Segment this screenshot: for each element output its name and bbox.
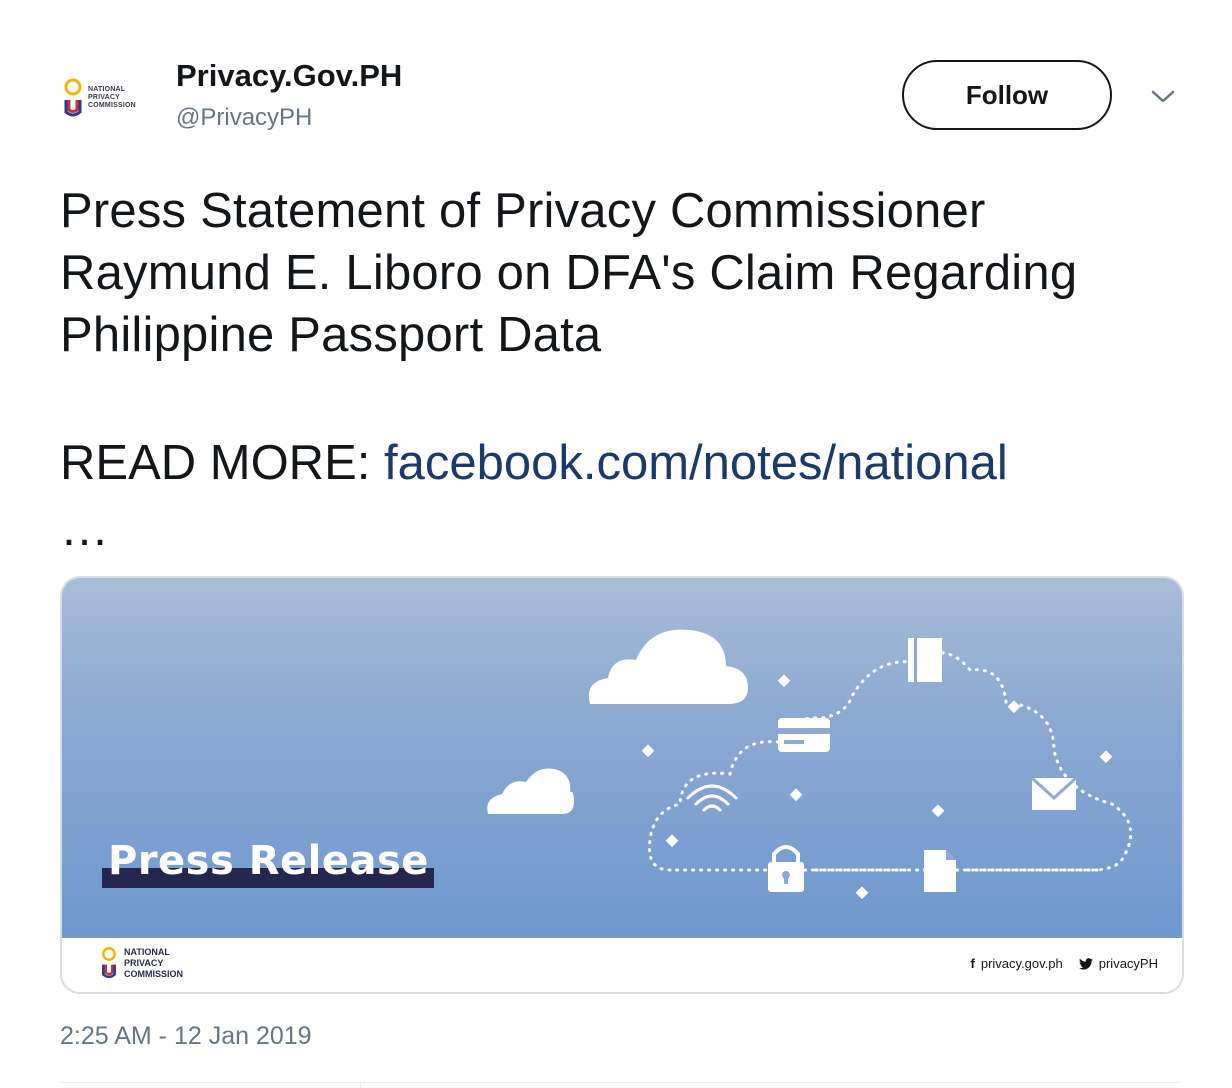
facebook-icon: f: [970, 956, 975, 971]
read-more-line: READ MORE: facebook.com/notes/national: [60, 432, 1008, 494]
cloud-small-icon: [487, 768, 574, 814]
press-release-banner: Press Release: [62, 578, 1182, 938]
tweet-link[interactable]: facebook.com/notes/national: [384, 436, 1008, 490]
cloud-large-icon: [588, 629, 748, 704]
facebook-handle: privacy.gov.ph: [980, 956, 1063, 971]
card-footer: NATIONAL PRIVACY COMMISSION f privacy.go…: [62, 938, 1182, 992]
footer-logo-text: NATIONAL PRIVACY COMMISSION: [124, 946, 184, 979]
avatar[interactable]: NATIONAL PRIVACY COMMISSION: [62, 70, 158, 126]
twitter-bird-icon: [1078, 957, 1093, 970]
credit-card-icon: [778, 718, 830, 752]
tweet-text: Press Statement of Privacy Commissioner …: [60, 184, 1078, 362]
divider-tick: [360, 1082, 361, 1088]
chevron-down-icon[interactable]: [1148, 84, 1178, 108]
document-icon: [924, 850, 956, 892]
user-handle[interactable]: @PrivacyPH: [176, 104, 312, 132]
book-icon: [908, 638, 942, 682]
tweet-timestamp[interactable]: 2:25 AM - 12 Jan 2019: [60, 1022, 312, 1051]
display-name[interactable]: Privacy.Gov.PH: [176, 58, 402, 94]
link-ellipsis: …: [60, 502, 109, 556]
lock-icon: [768, 845, 804, 892]
read-more-label: READ MORE:: [60, 436, 384, 490]
footer-social-links: f privacy.gov.ph privacyPH: [971, 956, 1159, 971]
npc-logo-icon: [64, 78, 82, 117]
press-release-title: Press Release: [102, 838, 434, 888]
media-card[interactable]: Press Release NATIONAL PRIVACY COMMISSIO…: [60, 576, 1184, 994]
follow-button[interactable]: Follow: [902, 60, 1112, 130]
wifi-icon: [686, 784, 738, 812]
twitter-handle: privacyPH: [1098, 956, 1158, 971]
mail-icon: [1030, 776, 1078, 810]
footer-logo: NATIONAL PRIVACY COMMISSION: [100, 946, 183, 980]
avatar-logo-text: NATIONAL PRIVACY COMMISSION: [88, 86, 136, 109]
npc-logo-icon: [102, 947, 116, 979]
divider: [60, 1082, 1180, 1083]
tweet: NATIONAL PRIVACY COMMISSION Privacy.Gov.…: [0, 0, 1232, 1088]
press-release-text: Press Release: [108, 838, 429, 884]
